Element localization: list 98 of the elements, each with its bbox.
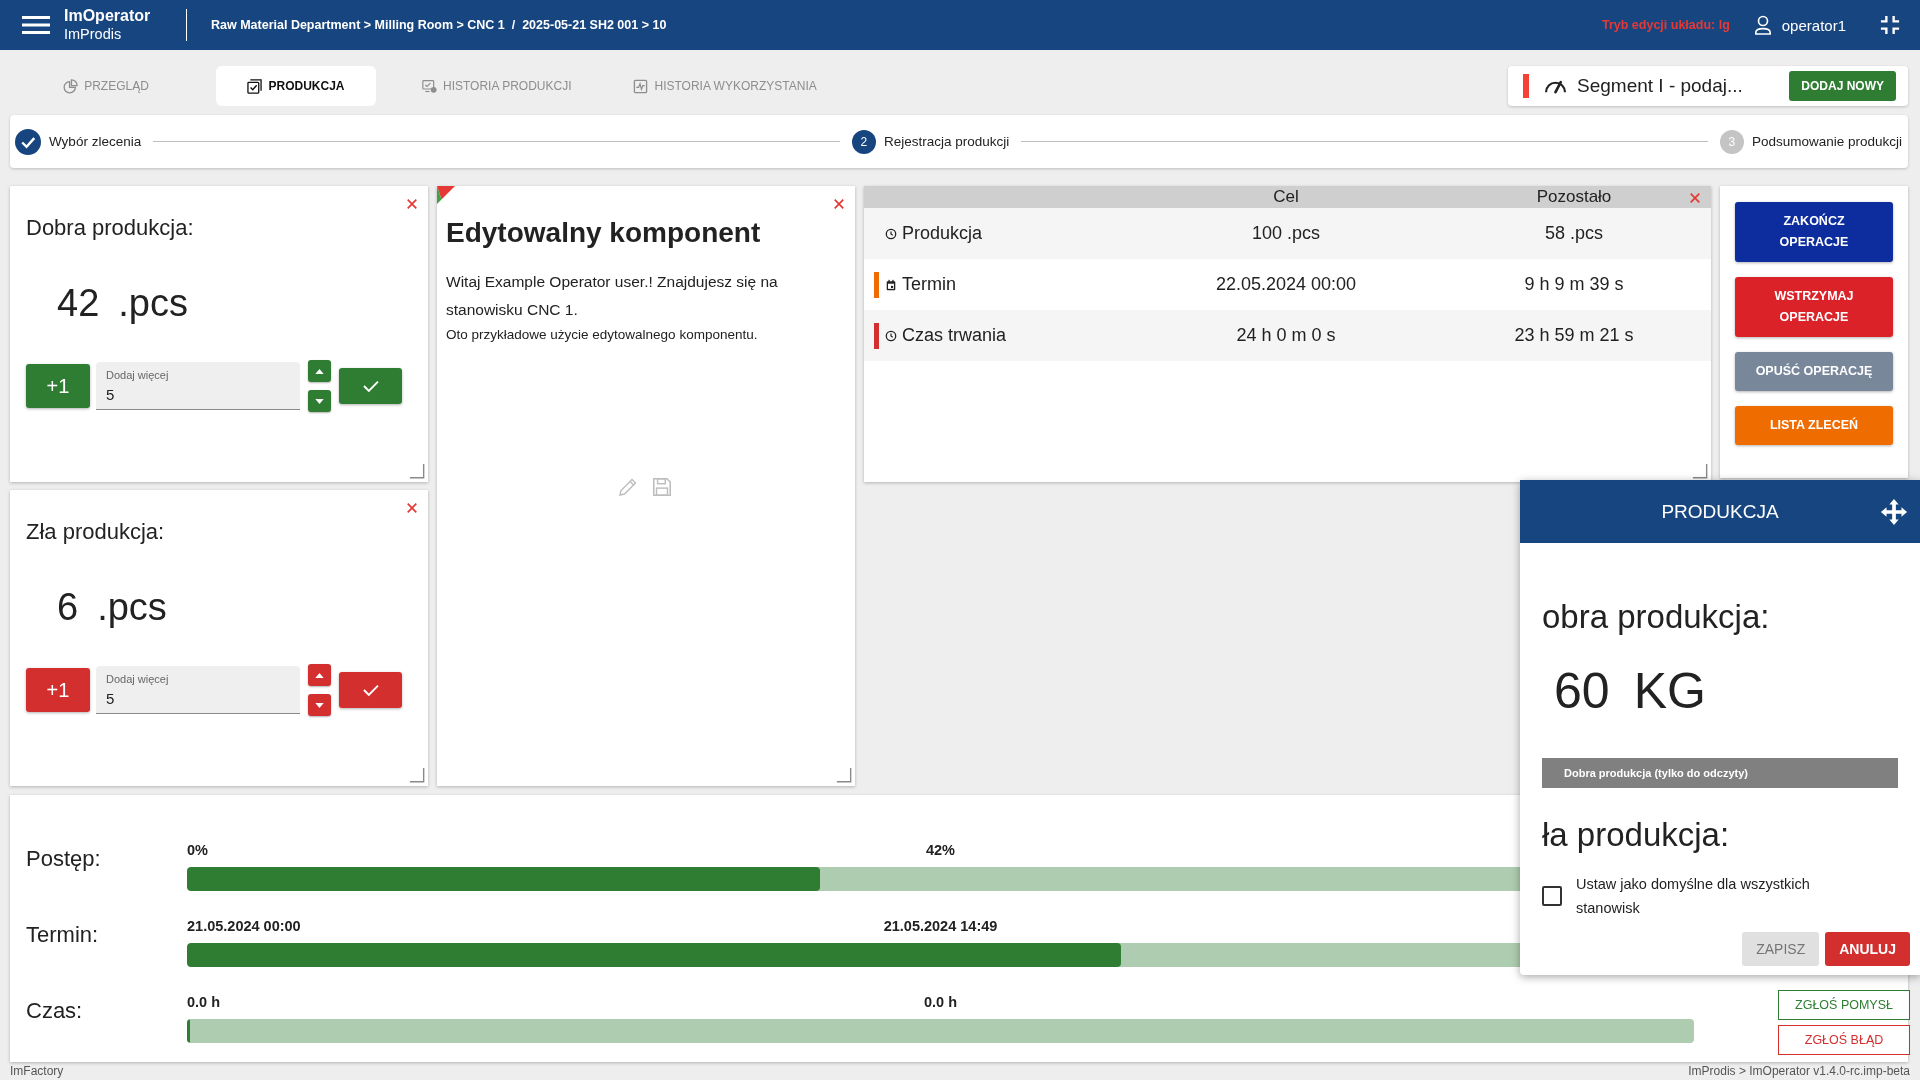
resize-handle-icon[interactable]: [409, 767, 425, 783]
quantity-value: 60: [1554, 662, 1610, 720]
table-cell: 22.05.2024 00:00: [1215, 274, 1357, 295]
version-label: ImProdis > ImOperator v1.4.0-rc.imp-beta: [1688, 1064, 1910, 1078]
user-name[interactable]: operator1: [1781, 16, 1846, 34]
progress-label: Czas:: [26, 998, 84, 1025]
footer-brand: ImFactory: [10, 1064, 64, 1078]
progress-label: Postęp:: [26, 846, 102, 873]
step-number: 3: [1719, 129, 1744, 154]
start-label: 21.05.2024 00:00: [187, 917, 302, 935]
step-label: Rejestracja produkcji: [883, 134, 1010, 149]
current-label: 42%: [926, 841, 955, 859]
resize-handle-icon[interactable]: [409, 463, 425, 479]
tab[interactable]: PRODUKCJA: [216, 66, 376, 106]
tab[interactable]: HISTORIA WYKORZYSTANIA: [617, 66, 833, 106]
current-label: 0.0 h: [923, 993, 957, 1011]
feedback-button[interactable]: ZGŁOŚ POMYSŁ: [1778, 990, 1910, 1020]
check-icon: [361, 379, 380, 393]
line-chart-icon: [633, 78, 649, 94]
table-cell: 23 h 59 m 21 s: [1514, 325, 1634, 346]
check-icon: [361, 683, 380, 697]
segment-name[interactable]: Segment I - podaj...: [1577, 75, 1743, 97]
close-icon[interactable]: [406, 198, 418, 210]
edit-mode-label: Tryb edycji układu: lg: [1601, 18, 1730, 32]
column-header: Pozostało: [1536, 187, 1612, 207]
action-button[interactable]: WSTRZYMAJ OPERACJE: [1735, 277, 1893, 337]
table-cell: 100 .pcs: [1251, 223, 1320, 244]
number-field[interactable]: Dodaj więcej 5: [96, 666, 300, 714]
confirm-button[interactable]: [339, 368, 402, 404]
corner-flag-icon: [437, 186, 455, 204]
fullscreen-exit-icon[interactable]: [1880, 15, 1900, 35]
close-icon[interactable]: [406, 502, 418, 514]
resize-handle-icon[interactable]: [836, 767, 852, 783]
component-title: Edytowalny komponent: [446, 216, 762, 250]
spin-down-button[interactable]: [308, 694, 331, 716]
number-field[interactable]: Dodaj więcej 5: [96, 362, 300, 410]
spin-up-button[interactable]: [308, 664, 331, 686]
counter-title: Dobra produkcja:: [26, 214, 195, 242]
move-icon[interactable]: [1880, 498, 1908, 526]
unit-label: KG: [1633, 662, 1706, 720]
table-cell: 9 h 9 m 39 s: [1524, 274, 1624, 295]
note-text: Oto przykładowe użycie edytowalnego komponentu.: [446, 326, 759, 344]
caret-down-icon: [315, 702, 324, 708]
checkbox[interactable]: [1542, 886, 1562, 906]
unit-label: .pcs: [97, 585, 167, 630]
welcome-text: Witaj Example Operator user.! Znajdujesz się na stanowisku CNC 1.: [446, 272, 779, 320]
clock-icon: [885, 227, 897, 240]
start-label: 0%: [187, 841, 209, 859]
checklist-icon: [247, 78, 263, 94]
tab[interactable]: HISTORIA PRODUKCJI: [406, 66, 588, 106]
brand-title: ImOperator: [64, 7, 152, 26]
counter-value: 42: [57, 281, 100, 326]
breadcrumb: Raw Material Department > Milling Room > CNC 1 / 2025-05-21 SH2 001 > 10: [211, 18, 668, 32]
table-cell: 24 h 0 m 0 s: [1236, 325, 1336, 346]
readonly-field: Dobra produkcja (tylko do odczyty): [1542, 758, 1898, 788]
table-cell: 58 .pcs: [1544, 223, 1603, 244]
close-icon[interactable]: [1689, 192, 1701, 204]
section-title: obra produkcja:: [1542, 598, 1771, 636]
action-button[interactable]: LISTA ZLECEŃ: [1735, 406, 1893, 445]
menu-icon[interactable]: [22, 16, 50, 34]
row-label: Termin: [902, 274, 956, 295]
unit-label: .pcs: [118, 281, 188, 326]
spin-down-button[interactable]: [308, 390, 331, 412]
feedback-button[interactable]: ZGŁOŚ BŁĄD: [1778, 1025, 1910, 1055]
caret-up-icon: [315, 368, 324, 374]
start-label: 0.0 h: [187, 993, 222, 1011]
status-stripe-icon: [1523, 74, 1529, 98]
tab[interactable]: PRZEGLĄD: [26, 66, 186, 106]
pie-chart-icon: [63, 78, 79, 94]
row-label: Produkcja: [902, 223, 983, 244]
counter-title: Zła produkcja:: [26, 518, 166, 546]
spin-up-button[interactable]: [308, 360, 331, 382]
resize-handle-icon[interactable]: [1692, 463, 1708, 479]
clock-icon: [885, 329, 897, 342]
column-header: Cel: [1273, 187, 1299, 207]
dialog-button[interactable]: ANULUJ: [1825, 932, 1910, 966]
calendar-icon: [885, 278, 897, 291]
monitor-clock-icon: [422, 78, 437, 94]
caret-down-icon: [315, 398, 324, 404]
step-label: Podsumowanie produkcji: [1751, 134, 1902, 149]
increment-button[interactable]: +1: [26, 364, 90, 408]
step-number: 2: [851, 129, 876, 154]
user-icon: [1753, 15, 1772, 35]
counter-value: 6: [57, 585, 79, 630]
brand-subtitle: ImProdis: [64, 25, 123, 43]
add-new-button[interactable]: DODAJ NOWY: [1789, 71, 1896, 101]
action-button[interactable]: OPUŚĆ OPERACJĘ: [1735, 352, 1893, 391]
current-label: 21.05.2024 14:49: [883, 917, 998, 935]
step-label: Wybór zlecenia: [49, 134, 142, 149]
section-title: ła produkcja:: [1542, 816, 1731, 854]
caret-up-icon: [315, 672, 324, 678]
checkbox-label: Ustaw jako domyślne dla wszystkich stanowisk: [1576, 875, 1811, 918]
close-icon[interactable]: [833, 198, 845, 210]
progress-label: Termin:: [26, 922, 100, 949]
action-button[interactable]: ZAKOŃCZ OPERACJE: [1735, 202, 1893, 262]
increment-button[interactable]: +1: [26, 668, 90, 712]
dialog-title: PRODUKCJA: [1661, 500, 1779, 523]
row-label: Czas trwania: [902, 325, 1007, 346]
